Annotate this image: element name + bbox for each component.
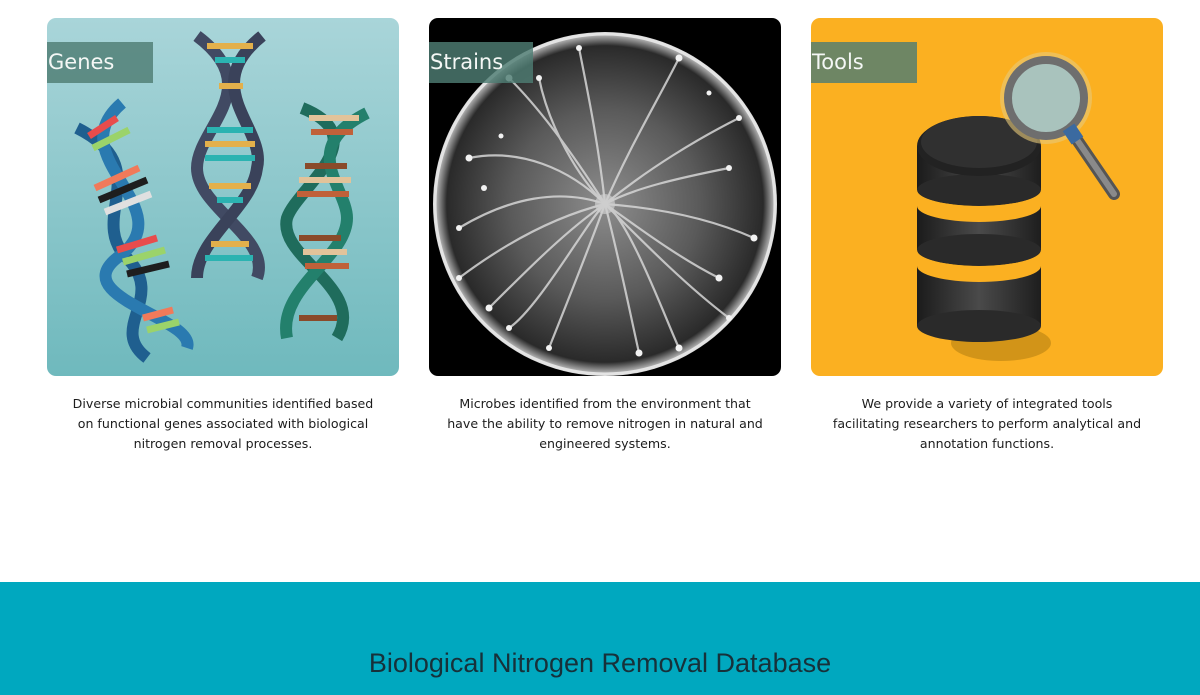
footer-title: Biological Nitrogen Removal Database (368, 648, 832, 678)
tools-tile[interactable]: Tools (811, 18, 1163, 376)
genes-card[interactable]: Genes Diverse microbial communities iden… (47, 18, 399, 454)
genes-tile[interactable]: Genes (47, 18, 399, 376)
strains-label[interactable]: Strains (429, 42, 533, 83)
strains-tile[interactable]: Strains (429, 18, 781, 376)
tools-description: We provide a variety of integrated tools… (832, 396, 1142, 451)
feature-cards: Genes Diverse microbial communities iden… (0, 0, 1200, 582)
genes-description: Diverse microbial communities identified… (72, 396, 374, 451)
tools-label[interactable]: Tools (811, 42, 917, 83)
strains-description: Microbes identified from the environment… (447, 396, 763, 451)
tools-card[interactable]: Tools We provide a variety of integrated… (811, 18, 1163, 454)
strains-card[interactable]: Strains Microbes identified from the env… (429, 18, 781, 454)
genes-label[interactable]: Genes (47, 42, 153, 83)
footer-banner: Biological Nitrogen Removal Database (0, 582, 1200, 695)
